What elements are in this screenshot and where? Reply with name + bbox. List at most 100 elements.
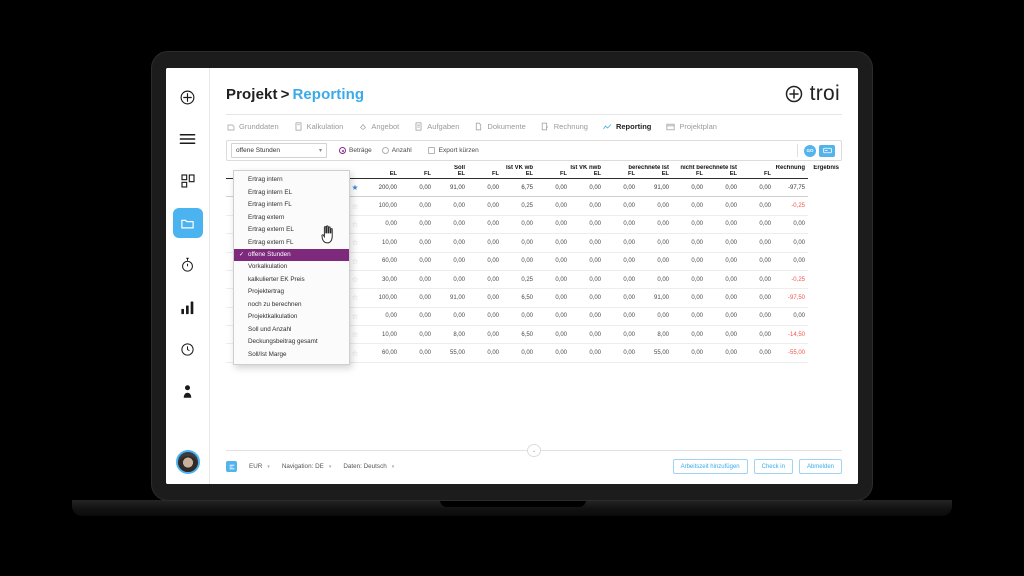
trend-line-icon — [603, 122, 612, 131]
rail-item-history[interactable] — [173, 334, 203, 364]
rail-item-dashboard[interactable] — [173, 166, 203, 196]
avatar[interactable] — [175, 450, 200, 474]
add-worktime-button[interactable]: Arbeitszeit hinzufügen — [672, 459, 748, 474]
dropdown-item-selected[interactable]: offene Stunden — [234, 248, 349, 262]
table-cell: 0,00 — [536, 215, 570, 235]
rail-item-time-tracking[interactable] — [173, 250, 203, 280]
col-sub-el[interactable]: EL — [434, 171, 468, 179]
rail-item-reports[interactable] — [173, 292, 203, 322]
table-cell: 55,00 — [434, 343, 468, 363]
collapse-toggle[interactable]: ⌄ — [527, 444, 541, 457]
radio-betraege[interactable]: Beträge — [339, 147, 372, 154]
layout-icon[interactable] — [226, 461, 237, 472]
report-type-dropdown[interactable]: Ertrag intern Ertrag intern EL Ertrag in… — [233, 170, 350, 366]
col-sub-fl[interactable]: FL — [536, 171, 570, 179]
table-cell: 0,25 — [502, 270, 536, 290]
dropdown-item[interactable]: Soll und Anzahl — [234, 324, 349, 336]
table-cell: 0,00 — [672, 215, 706, 235]
person-icon — [181, 384, 194, 399]
calendar-icon — [666, 122, 675, 131]
table-cell: 0,00 — [638, 196, 672, 216]
table-cell: 0,00 — [434, 270, 468, 290]
col-sub-fl[interactable]: FL — [740, 171, 774, 179]
dropdown-item[interactable]: Soll/Ist Marge — [234, 349, 349, 361]
table-cell: 0,00 — [706, 325, 740, 345]
report-type-select[interactable]: offene Stunden ▾ — [231, 143, 327, 158]
col-sub-fl[interactable]: FL — [672, 171, 706, 179]
tab-grunddaten[interactable]: Grunddaten — [226, 122, 279, 131]
tab-projektplan[interactable]: Projektplan — [666, 122, 717, 131]
avatar-image — [177, 455, 198, 472]
table-cell: 0,00 — [672, 270, 706, 290]
table-cell: 0,00 — [740, 196, 774, 216]
footer-navigation-language[interactable]: Navigation: DE ▾ — [282, 463, 332, 470]
table-cell: 0,00 — [740, 252, 774, 271]
chevron-down-icon: ▾ — [391, 463, 395, 470]
dropdown-item[interactable]: Deckungsbeitrag gesamt — [234, 336, 349, 348]
table-cell: 0,00 — [604, 252, 638, 271]
col-sub-el[interactable]: EL — [638, 171, 672, 179]
tab-angebot[interactable]: Angebot — [358, 122, 399, 131]
table-cell: 0,00 — [502, 252, 536, 271]
tab-reporting[interactable]: Reporting — [603, 122, 651, 131]
tab-label: Dokumente — [487, 122, 526, 131]
result-cell: -0,25 — [774, 270, 808, 290]
result-cell: -14,50 — [774, 325, 808, 345]
tab-aufgaben[interactable]: Aufgaben — [414, 122, 459, 131]
col-sub-fl[interactable]: FL — [468, 171, 502, 179]
logout-button[interactable]: Abmelden — [798, 459, 842, 474]
col-sub-el[interactable]: EL — [502, 171, 536, 179]
check-in-button[interactable]: Check in — [753, 459, 793, 474]
rail-item-contacts[interactable] — [173, 376, 203, 406]
rail-item-projects[interactable] — [172, 208, 203, 238]
tab-rechnung[interactable]: Rechnung — [541, 122, 588, 131]
tab-label: Aufgaben — [427, 122, 460, 131]
dropdown-item[interactable]: Ertrag extern — [234, 211, 349, 223]
breadcrumb-root[interactable]: Projekt — [226, 86, 278, 103]
footer-data-language[interactable]: Daten: Deutsch ▾ — [343, 463, 394, 470]
rail-item-menu[interactable] — [173, 124, 203, 154]
dropdown-item[interactable]: kalkulierter EK Preis — [234, 274, 349, 286]
table-cell: 0,00 — [570, 233, 604, 253]
plus-circle-icon — [179, 89, 196, 106]
col-sub-fl[interactable]: FL — [604, 171, 638, 179]
tab-kalkulation[interactable]: Kalkulation — [294, 122, 343, 131]
folder-icon — [180, 216, 195, 231]
table-cell: 0,00 — [706, 307, 740, 327]
footer-navigation-label: Navigation: DE — [281, 463, 324, 470]
col-sub-el[interactable]: EL — [706, 171, 740, 179]
export-button[interactable] — [819, 144, 835, 157]
col-sub-fl[interactable]: FL — [400, 171, 434, 179]
tab-dokumente[interactable]: Dokumente — [474, 122, 526, 131]
rail-item-add[interactable] — [173, 82, 203, 112]
table-cell: 8,00 — [434, 325, 468, 345]
table-cell: 100,00 — [366, 288, 400, 308]
dropdown-item[interactable]: Ertrag intern — [234, 174, 349, 186]
footer-divider: ⌄ — [226, 444, 842, 457]
result-cell: -55,00 — [774, 343, 808, 363]
result-cell: 0,00 — [774, 233, 808, 253]
dropdown-item[interactable]: Projektertrag — [234, 286, 349, 298]
dropdown-item[interactable]: Ertrag intern EL — [234, 186, 349, 198]
dropdown-item[interactable]: Vorkalkulation — [234, 261, 349, 273]
footer-currency[interactable]: EUR ▾ — [249, 463, 270, 470]
table-cell: 0,00 — [468, 252, 502, 271]
col-sub-el[interactable]: EL — [570, 171, 604, 179]
table-cell: 0,00 — [672, 307, 706, 327]
dropdown-item[interactable]: Projektkalkulation — [234, 311, 349, 323]
dropdown-item[interactable]: Ertrag intern FL — [234, 199, 349, 211]
table-cell: 0,00 — [604, 307, 638, 327]
radio-anzahl[interactable]: Anzahl — [381, 147, 412, 154]
go-button[interactable]: GO — [804, 144, 816, 157]
col-sub-el[interactable]: EL — [366, 171, 400, 179]
table-cell: 0,00 — [536, 233, 570, 253]
table-cell: 0,00 — [400, 252, 434, 271]
table-cell: 0,00 — [570, 325, 604, 345]
dropdown-item[interactable]: noch zu berechnen — [234, 299, 349, 311]
table-cell: 0,00 — [672, 325, 706, 345]
table-cell: 91,00 — [434, 178, 468, 198]
breadcrumb: Projekt > Reporting — [226, 86, 364, 103]
table-cell: 0,00 — [570, 270, 604, 290]
table-cell: 0,00 — [434, 252, 468, 271]
checkbox-export-kuerzen[interactable]: Export kürzen — [427, 147, 479, 154]
